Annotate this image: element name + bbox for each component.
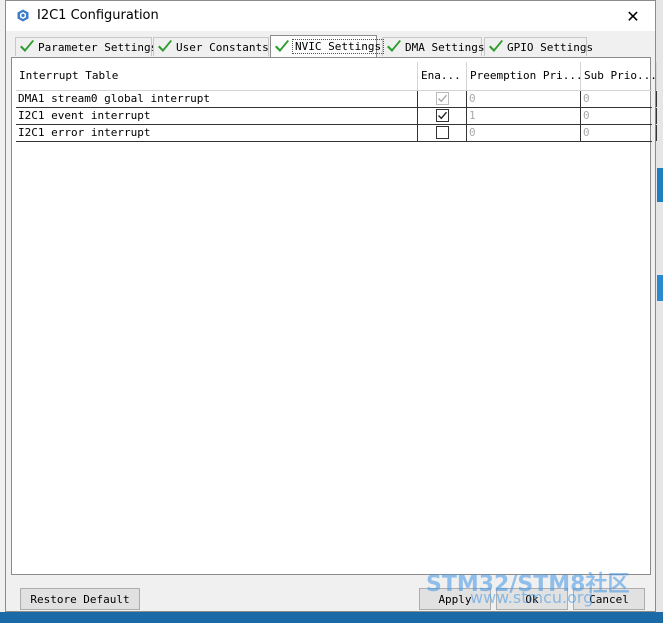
tab-label: User Constants (176, 40, 269, 54)
close-button[interactable]: ✕ (611, 1, 655, 31)
sub-priority-value[interactable]: 0 (581, 125, 657, 141)
watermark-url: www.stmcu.org (470, 588, 594, 607)
column-header-enabled[interactable]: Ena... (418, 62, 467, 90)
green-check-icon (20, 40, 34, 52)
enabled-cell (418, 108, 467, 124)
green-check-icon (158, 40, 172, 52)
enabled-checkbox[interactable] (436, 126, 449, 139)
checkmark-icon (438, 94, 448, 103)
preemption-priority-value[interactable]: 0 (467, 125, 581, 141)
tab-label: NVIC Settings (291, 39, 385, 54)
background-strip (657, 275, 663, 301)
enabled-cell (418, 91, 467, 107)
column-header-preemption-priority[interactable]: Preemption Pri... (467, 62, 581, 90)
configuration-dialog: I2C1 Configuration ✕ Parameter Settings … (5, 0, 657, 612)
background-strip (657, 168, 663, 202)
title-bar[interactable]: I2C1 Configuration ✕ (6, 1, 655, 31)
checkmark-icon (438, 111, 448, 120)
interrupt-name: DMA1 stream0 global interrupt (16, 91, 418, 107)
cube-icon (17, 9, 29, 22)
restore-default-button[interactable]: Restore Default (20, 588, 140, 610)
window-title: I2C1 Configuration (37, 8, 159, 23)
tab-strip: Parameter Settings User Constants NVIC S… (11, 35, 651, 57)
enabled-cell (418, 125, 467, 141)
close-icon: ✕ (626, 6, 640, 26)
interrupt-name: I2C1 error interrupt (16, 125, 418, 141)
green-check-icon (275, 39, 289, 52)
table-row[interactable]: DMA1 stream0 global interrupt 0 0 (16, 91, 657, 108)
table-row[interactable]: I2C1 event interrupt 1 0 (16, 108, 657, 125)
nvic-settings-panel: Interrupt Table Ena... Preemption Pri...… (11, 57, 657, 575)
column-header-interrupt-table[interactable]: Interrupt Table (16, 62, 418, 90)
tab-gpio-settings[interactable]: GPIO Settings (484, 37, 593, 56)
interrupt-table: Interrupt Table Ena... Preemption Pri...… (16, 62, 657, 142)
interrupt-name: I2C1 event interrupt (16, 108, 418, 124)
green-check-icon (387, 40, 401, 52)
table-header: Interrupt Table Ena... Preemption Pri...… (16, 62, 657, 91)
tab-label: GPIO Settings (507, 40, 594, 54)
enabled-checkbox[interactable] (436, 109, 449, 122)
tab-user-constants[interactable]: User Constants (153, 37, 269, 56)
preemption-priority-value[interactable]: 1 (467, 108, 581, 124)
sub-priority-value[interactable]: 0 (581, 91, 657, 107)
preemption-priority-value[interactable]: 0 (467, 91, 581, 107)
green-check-icon (489, 40, 503, 52)
tab-dma-settings[interactable]: DMA Settings (382, 37, 485, 56)
taskbar-strip (0, 612, 663, 623)
tab-parameter-settings[interactable]: Parameter Settings (15, 37, 157, 56)
table-row[interactable]: I2C1 error interrupt 0 0 (16, 125, 657, 142)
column-header-sub-priority[interactable]: Sub Prio... (581, 62, 657, 90)
enabled-checkbox[interactable] (436, 92, 449, 105)
tab-label: Parameter Settings (38, 40, 158, 54)
tab-nvic-settings[interactable]: NVIC Settings (270, 35, 385, 57)
tab-label: DMA Settings (405, 40, 485, 54)
sub-priority-value[interactable]: 0 (581, 108, 657, 124)
